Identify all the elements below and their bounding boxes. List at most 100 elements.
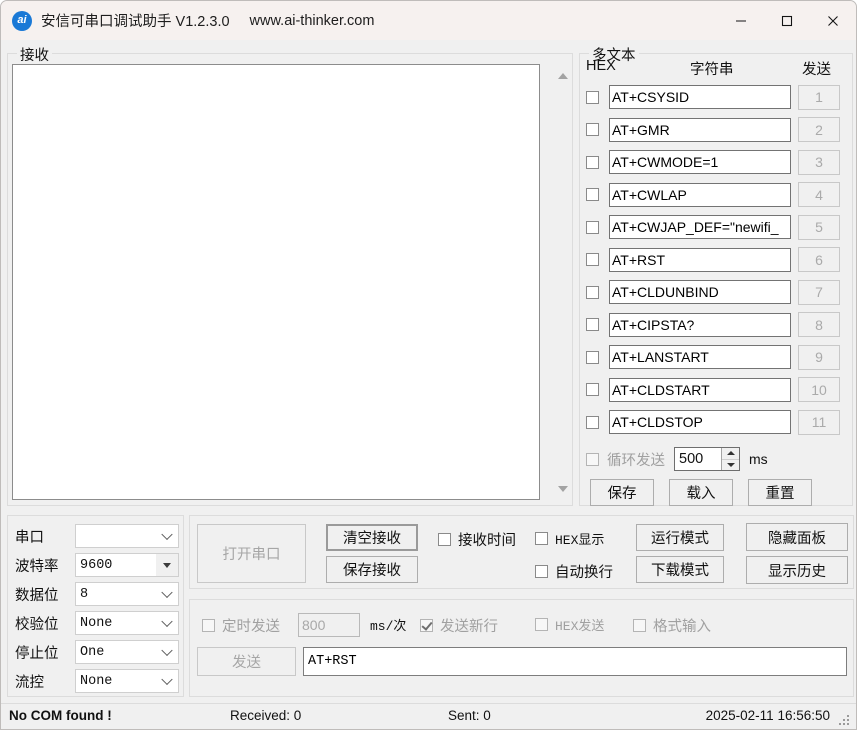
row-send-button[interactable]: 8 xyxy=(798,312,840,337)
run-mode-button[interactable]: 运行模式 xyxy=(636,524,724,551)
serial-setting-label: 停止位 xyxy=(15,645,59,662)
serial-setting-combobox[interactable]: 9600 xyxy=(75,553,179,577)
chevron-down-icon[interactable] xyxy=(161,673,173,686)
row-hex-checkbox[interactable] xyxy=(586,123,599,136)
window-controls xyxy=(718,1,856,40)
minimize-button[interactable] xyxy=(718,1,764,40)
row-hex-checkbox[interactable] xyxy=(586,188,599,201)
hex-display-checkbox[interactable] xyxy=(535,532,548,545)
loop-interval-value: 500 xyxy=(679,451,704,467)
close-button[interactable] xyxy=(810,1,856,40)
row-command-input[interactable]: AT+CLDSTART xyxy=(609,377,791,402)
row-send-button[interactable]: 10 xyxy=(798,377,840,402)
serial-setting-row: 数据位 8 xyxy=(15,582,179,606)
loop-interval-unit: ms xyxy=(749,451,768,467)
send-button[interactable]: 发送 xyxy=(197,647,296,676)
save-receive-button[interactable]: 保存接收 xyxy=(326,556,418,583)
auto-wrap-option[interactable]: 自动换行 xyxy=(535,561,613,582)
auto-wrap-label: 自动换行 xyxy=(555,565,613,581)
row-hex-checkbox[interactable] xyxy=(586,383,599,396)
row-send-button[interactable]: 4 xyxy=(798,182,840,207)
row-send-button[interactable]: 3 xyxy=(798,149,840,175)
auto-wrap-checkbox[interactable] xyxy=(535,565,548,578)
timed-send-checkbox[interactable] xyxy=(202,619,215,632)
serial-setting-combobox[interactable]: None xyxy=(75,611,179,635)
send-text-input[interactable]: AT+RST xyxy=(303,647,847,676)
row-command-input[interactable]: AT+CLDSTOP xyxy=(609,410,791,434)
timer-interval-input[interactable]: 800 xyxy=(298,613,360,637)
chevron-down-icon[interactable] xyxy=(161,586,173,599)
show-history-button[interactable]: 显示历史 xyxy=(746,556,848,584)
format-input-option[interactable]: 格式输入 xyxy=(633,615,711,636)
loop-interval-spin-buttons[interactable] xyxy=(721,448,739,470)
open-port-button[interactable]: 打开串口 xyxy=(197,524,306,583)
row-hex-checkbox[interactable] xyxy=(586,220,599,234)
hex-display-option[interactable]: HEX显示 xyxy=(535,529,604,548)
row-command-input[interactable]: AT+CLDUNBIND xyxy=(609,280,791,304)
chevron-down-icon[interactable] xyxy=(161,528,173,541)
receive-time-option[interactable]: 接收时间 xyxy=(438,529,516,550)
row-send-button[interactable]: 5 xyxy=(798,214,840,240)
loop-send-label: 循环发送 xyxy=(607,452,665,469)
serial-setting-combobox[interactable] xyxy=(75,524,179,548)
receive-scrollbar[interactable] xyxy=(554,64,571,500)
download-mode-button[interactable]: 下载模式 xyxy=(636,556,724,583)
row-hex-checkbox[interactable] xyxy=(586,155,599,169)
row-hex-checkbox[interactable] xyxy=(586,318,599,331)
hex-send-option[interactable]: HEX发送 xyxy=(535,615,604,634)
row-command-input[interactable]: AT+RST xyxy=(609,247,791,272)
receive-time-checkbox[interactable] xyxy=(438,533,451,546)
serial-setting-label: 波特率 xyxy=(15,558,59,575)
hex-display-label: HEX显示 xyxy=(555,533,605,548)
send-newline-checkbox[interactable] xyxy=(420,619,433,632)
format-input-checkbox[interactable] xyxy=(633,619,646,632)
triangle-down-icon[interactable] xyxy=(156,554,178,576)
row-command-input[interactable]: AT+GMR xyxy=(609,117,791,142)
loop-interval-stepper[interactable]: 500 xyxy=(674,447,740,471)
row-command-input[interactable]: AT+CWMODE=1 xyxy=(609,150,791,174)
maximize-button[interactable] xyxy=(764,1,810,40)
row-send-button[interactable]: 11 xyxy=(798,409,840,435)
serial-setting-row: 停止位 One xyxy=(15,640,179,664)
chevron-down-icon[interactable] xyxy=(161,644,173,657)
scroll-down-arrow-icon[interactable] xyxy=(554,480,571,497)
row-command-input[interactable]: AT+CWLAP xyxy=(609,182,791,207)
spin-down-icon[interactable] xyxy=(722,458,739,471)
clear-receive-button[interactable]: 清空接收 xyxy=(326,524,418,551)
row-send-button[interactable]: 2 xyxy=(798,117,840,142)
serial-setting-combobox[interactable]: 8 xyxy=(75,582,179,606)
timed-send-option[interactable]: 定时发送 xyxy=(202,615,280,636)
scroll-up-arrow-icon[interactable] xyxy=(554,67,571,84)
reset-preset-button[interactable]: 重置 xyxy=(748,479,812,506)
send-newline-option[interactable]: 发送新行 xyxy=(420,615,498,636)
row-hex-checkbox[interactable] xyxy=(586,285,599,299)
serial-setting-row: 波特率 9600 xyxy=(15,553,179,577)
row-send-button[interactable]: 1 xyxy=(798,84,840,110)
hide-panel-button[interactable]: 隐藏面板 xyxy=(746,523,848,551)
row-command-input[interactable]: AT+CWJAP_DEF="newifi_ xyxy=(609,215,791,239)
loop-send-checkbox[interactable] xyxy=(586,452,599,466)
spin-up-icon[interactable] xyxy=(722,448,739,459)
row-send-button[interactable]: 6 xyxy=(798,247,840,272)
row-send-button[interactable]: 7 xyxy=(798,279,840,305)
row-hex-checkbox[interactable] xyxy=(586,90,599,104)
serial-setting-combobox[interactable]: One xyxy=(75,640,179,664)
row-hex-checkbox[interactable] xyxy=(586,350,599,364)
row-command-input[interactable]: AT+CIPSTA? xyxy=(609,312,791,337)
column-header-send: 发送 xyxy=(802,62,831,78)
row-hex-checkbox[interactable] xyxy=(586,253,599,266)
row-hex-checkbox[interactable] xyxy=(586,415,599,429)
load-preset-button[interactable]: 载入 xyxy=(669,479,733,506)
hex-send-label: HEX发送 xyxy=(555,619,605,634)
serial-setting-combobox[interactable]: None xyxy=(75,669,179,693)
resize-grip-icon[interactable] xyxy=(839,713,851,725)
row-command-input[interactable]: AT+LANSTART xyxy=(609,345,791,369)
save-preset-button[interactable]: 保存 xyxy=(590,479,654,506)
chevron-down-icon[interactable] xyxy=(161,615,173,628)
hex-send-checkbox[interactable] xyxy=(535,618,548,631)
multitext-row: AT+CIPSTA? 8 xyxy=(586,312,848,338)
row-send-button[interactable]: 9 xyxy=(798,344,840,370)
receive-textarea[interactable] xyxy=(12,64,540,500)
timer-unit-label: ms/次 xyxy=(370,619,407,634)
row-command-input[interactable]: AT+CSYSID xyxy=(609,85,791,109)
